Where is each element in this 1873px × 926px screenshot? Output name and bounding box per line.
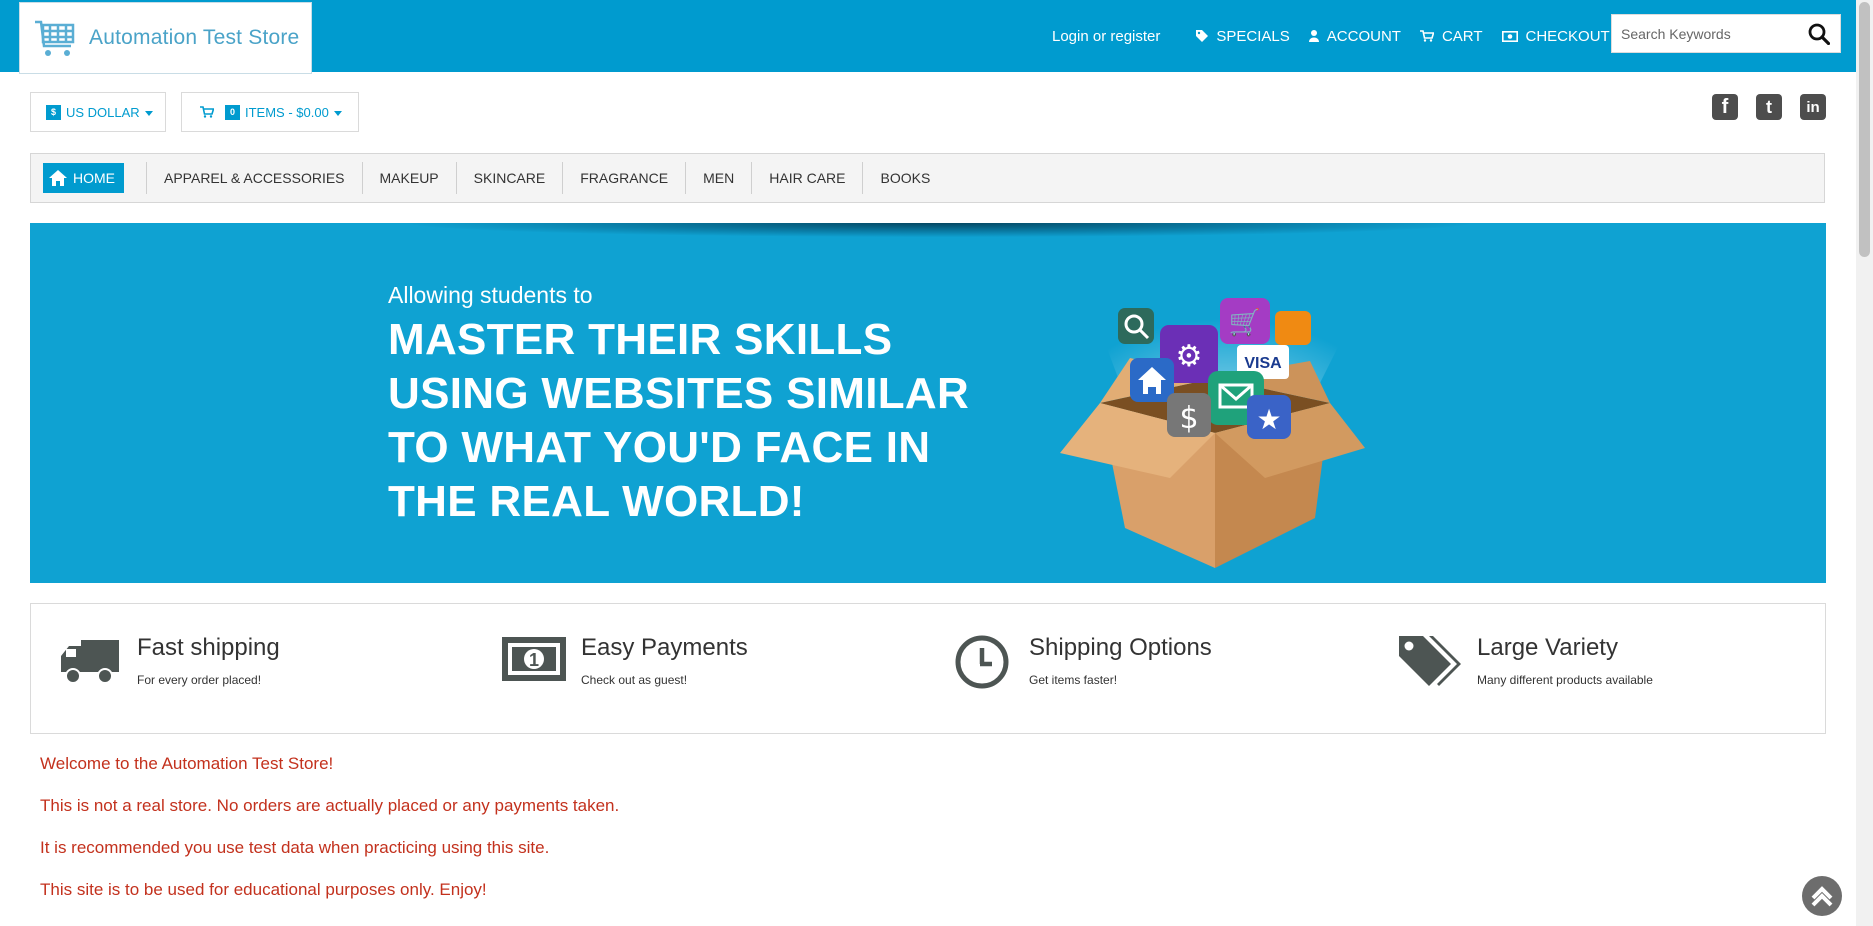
banner-line-4: THE REAL WORLD! — [388, 477, 805, 526]
facebook-icon[interactable]: f — [1712, 94, 1738, 120]
nav-men[interactable]: MEN — [685, 162, 751, 194]
tag-icon — [1196, 30, 1209, 42]
top-links: Login or register SPECIALS ACCOUNT CART … — [1052, 0, 1629, 72]
search-input[interactable] — [1612, 16, 1800, 51]
nav-skincare[interactable]: SKINCARE — [455, 162, 563, 194]
svg-text:VISA: VISA — [1244, 355, 1282, 372]
scrollbar-thumb[interactable] — [1859, 2, 1870, 257]
logo-text: Automation Test Store — [89, 26, 300, 49]
chevron-down-icon — [333, 110, 342, 116]
svg-text:$: $ — [1179, 401, 1198, 436]
feature-subtitle: Get items faster! — [1029, 673, 1118, 687]
truck-icon — [57, 634, 123, 694]
specials-label: SPECIALS — [1216, 27, 1290, 45]
feature-title: Large Variety — [1477, 634, 1618, 661]
cart-logo-icon — [35, 20, 75, 56]
feature-subtitle: For every order placed! — [137, 673, 262, 687]
money-bill-icon: 1 — [501, 634, 567, 694]
welcome-line: It is recommended you use test data when… — [40, 838, 550, 857]
banner-shadow — [410, 223, 1470, 237]
feature-title: Shipping Options — [1029, 634, 1212, 661]
welcome-line: Welcome to the Automation Test Store! — [40, 754, 334, 773]
cart-total-label: ITEMS - $0.00 — [245, 104, 329, 120]
tags-icon — [1397, 634, 1463, 694]
store-logo[interactable]: Automation Test Store — [19, 2, 312, 74]
nav-home[interactable]: HOME — [43, 163, 124, 193]
category-nav: HOME APPAREL & ACCESSORIES MAKEUP SKINCA… — [30, 153, 1825, 203]
account-link[interactable]: ACCOUNT — [1308, 27, 1401, 45]
minicart-dropdown[interactable]: 0 ITEMS - $0.00 — [181, 92, 359, 132]
currency-badge: $ — [46, 104, 61, 120]
back-to-top-button[interactable] — [1802, 876, 1842, 916]
currency-dropdown[interactable]: $ US DOLLAR — [30, 92, 166, 132]
top-header: Automation Test Store Login or register … — [0, 0, 1856, 74]
search-box — [1611, 14, 1841, 53]
feature-title: Fast shipping — [137, 634, 280, 661]
specials-link[interactable]: SPECIALS — [1196, 27, 1290, 45]
user-icon — [1308, 30, 1319, 42]
welcome-message: Welcome to the Automation Test Store! Th… — [40, 754, 619, 922]
search-icon — [1808, 23, 1830, 45]
login-register-link[interactable]: Login or register — [1052, 28, 1160, 45]
svg-text:🛒: 🛒 — [1229, 307, 1261, 338]
feature-large-variety: Large Variety Many different products av… — [1397, 634, 1653, 694]
account-label: ACCOUNT — [1326, 27, 1401, 45]
svg-text:★: ★ — [1256, 403, 1281, 436]
currency-label: US DOLLAR — [66, 104, 140, 120]
feature-easy-payments: 1 Easy Payments Check out as guest! — [501, 634, 748, 694]
banner-subtitle: Allowing students to — [388, 282, 593, 308]
chevron-up-icon — [1811, 886, 1833, 907]
feature-subtitle: Check out as guest! — [581, 673, 688, 687]
nav-fragrance[interactable]: FRAGRANCE — [562, 162, 685, 194]
feature-fast-shipping: Fast shipping For every order placed! — [57, 634, 280, 694]
banner-line-2: USING WEBSITES SIMILAR — [388, 369, 970, 418]
home-label: HOME — [73, 170, 115, 186]
open-box-illustration: 🛒 ⚙ VISA $ ★ — [1060, 298, 1365, 568]
search-button[interactable] — [1800, 15, 1838, 52]
cart-icon — [1419, 30, 1434, 42]
cart-label: CART — [1441, 27, 1483, 45]
chevron-down-icon — [144, 110, 153, 116]
money-icon — [1501, 30, 1518, 42]
banner-headline: MASTER THEIR SKILLS USING WEBSITES SIMIL… — [388, 313, 969, 529]
banner-line-3: TO WHAT YOU'D FACE IN — [388, 423, 931, 472]
cart-link[interactable]: CART — [1419, 27, 1483, 45]
cart-icon — [200, 106, 214, 118]
nav-makeup[interactable]: MAKEUP — [361, 162, 456, 194]
social-links: f t in — [1692, 94, 1826, 120]
nav-hair-care[interactable]: HAIR CARE — [751, 162, 862, 194]
nav-books[interactable]: BOOKS — [862, 162, 947, 194]
hero-banner[interactable]: Allowing students to MASTER THEIR SKILLS… — [30, 223, 1826, 583]
welcome-line: This site is to be used for educational … — [40, 880, 487, 899]
feature-subtitle: Many different products available — [1477, 673, 1653, 687]
svg-text:⚙: ⚙ — [1176, 339, 1203, 374]
cart-count-badge: 0 — [225, 104, 240, 120]
welcome-line: This is not a real store. No orders are … — [40, 796, 620, 815]
home-icon — [49, 170, 67, 186]
features-panel: Fast shipping For every order placed! 1 … — [30, 603, 1826, 734]
checkout-label: CHECKOUT — [1525, 27, 1610, 45]
feature-shipping-options: Shipping Options Get items faster! — [949, 634, 1212, 694]
banner-line-1: MASTER THEIR SKILLS — [388, 315, 893, 364]
linkedin-icon[interactable]: in — [1800, 94, 1826, 120]
feature-title: Easy Payments — [581, 634, 748, 661]
twitter-icon[interactable]: t — [1756, 94, 1782, 120]
checkout-link[interactable]: CHECKOUT — [1501, 27, 1610, 45]
vertical-scrollbar[interactable] — [1856, 0, 1873, 926]
svg-text:1: 1 — [529, 650, 539, 670]
clock-icon — [949, 634, 1015, 694]
nav-apparel-accessories[interactable]: APPAREL & ACCESSORIES — [146, 162, 362, 194]
